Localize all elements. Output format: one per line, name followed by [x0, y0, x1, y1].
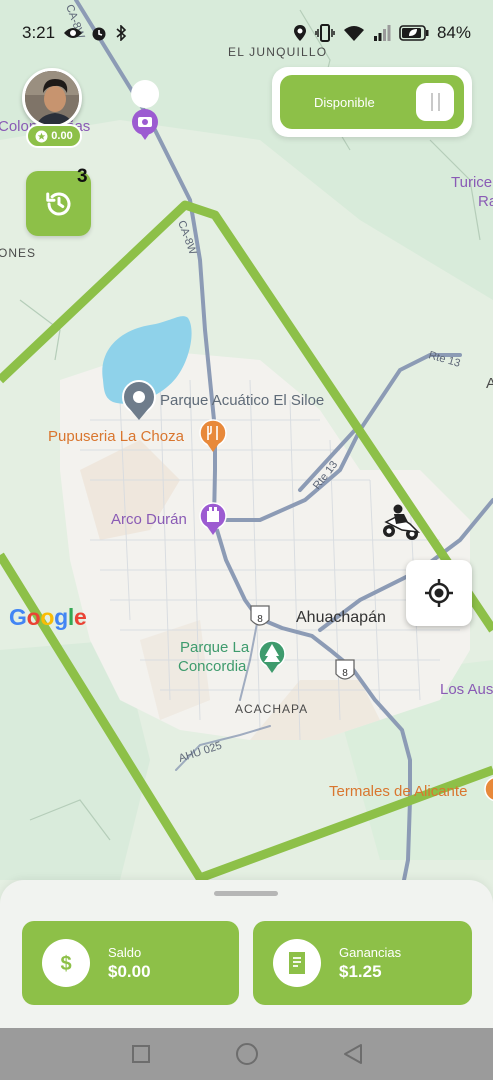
vibrate-icon — [315, 24, 335, 42]
place-label: ONES — [0, 246, 36, 260]
recents-icon[interactable] — [131, 1044, 151, 1064]
battery-percent: 84% — [436, 23, 471, 42]
rating-badge: 0.00 — [26, 124, 82, 148]
bottom-sheet: $ Saldo $0.00 Ganancias $1.25 — [0, 880, 493, 1028]
eye-icon — [64, 28, 83, 38]
balance-card[interactable]: $ Saldo $0.00 — [22, 921, 239, 1005]
place-label: Turice — [451, 174, 492, 191]
avatar[interactable] — [22, 68, 82, 128]
back-icon[interactable] — [343, 1043, 363, 1065]
place-label: Termales de Alicante — [329, 783, 467, 800]
crosshair-icon — [425, 579, 453, 607]
route-shield-label: 8 — [257, 614, 263, 625]
sheet-handle[interactable] — [214, 891, 278, 896]
place-label: Concordia — [178, 658, 247, 675]
location-pin-icon — [293, 25, 306, 41]
home-icon[interactable] — [235, 1042, 259, 1066]
availability-label: Disponible — [314, 94, 375, 110]
history-icon — [45, 192, 70, 216]
receipt-icon — [273, 939, 321, 987]
route-shield-label: 8 — [342, 668, 348, 679]
google-logo: Google — [9, 604, 87, 631]
signal-icon — [373, 25, 391, 41]
svg-text:$: $ — [60, 953, 71, 975]
balance-label: Saldo — [108, 944, 142, 960]
route-shield-8: 8 — [335, 659, 355, 680]
place-label: Pupuseria La Choza — [48, 428, 185, 445]
driver-profile[interactable]: 0.00 — [22, 68, 86, 152]
toggle-knob[interactable] — [416, 83, 454, 121]
history-count-badge: 3 — [77, 166, 88, 187]
place-label: Los Aus — [440, 681, 493, 698]
availability-toggle[interactable]: Disponible — [280, 75, 464, 129]
rating-value: 0.00 — [51, 130, 73, 142]
alarm-icon — [92, 27, 106, 41]
status-time: 3:21 — [22, 23, 56, 42]
dollar-icon: $ — [42, 939, 90, 987]
bluetooth-icon — [116, 25, 127, 41]
balance-value: $0.00 — [108, 961, 151, 981]
place-label: Parque Acuático El Siloe — [160, 392, 324, 409]
earnings-value: $1.25 — [339, 961, 382, 981]
route-shield-8: 8 — [250, 605, 270, 626]
place-label: Parque La — [180, 639, 250, 656]
earnings-label: Ganancias — [339, 944, 402, 960]
place-label: A — [486, 375, 493, 392]
my-location-button[interactable] — [406, 560, 472, 626]
status-bar: 3:21 84% — [0, 0, 493, 66]
earnings-card[interactable]: Ganancias $1.25 — [253, 921, 472, 1005]
place-label: ACACHAPA — [235, 702, 308, 716]
battery-icon — [399, 25, 429, 41]
place-label: Arco Durán — [111, 511, 187, 528]
system-nav-bar — [0, 1028, 493, 1080]
place-label: Ra — [478, 193, 493, 210]
availability-toggle-card: Disponible — [272, 67, 472, 137]
star-icon — [35, 130, 48, 142]
wifi-icon — [343, 26, 364, 41]
place-label: Ahuachapán — [296, 609, 386, 626]
google-logo-text: Google — [9, 604, 87, 630]
